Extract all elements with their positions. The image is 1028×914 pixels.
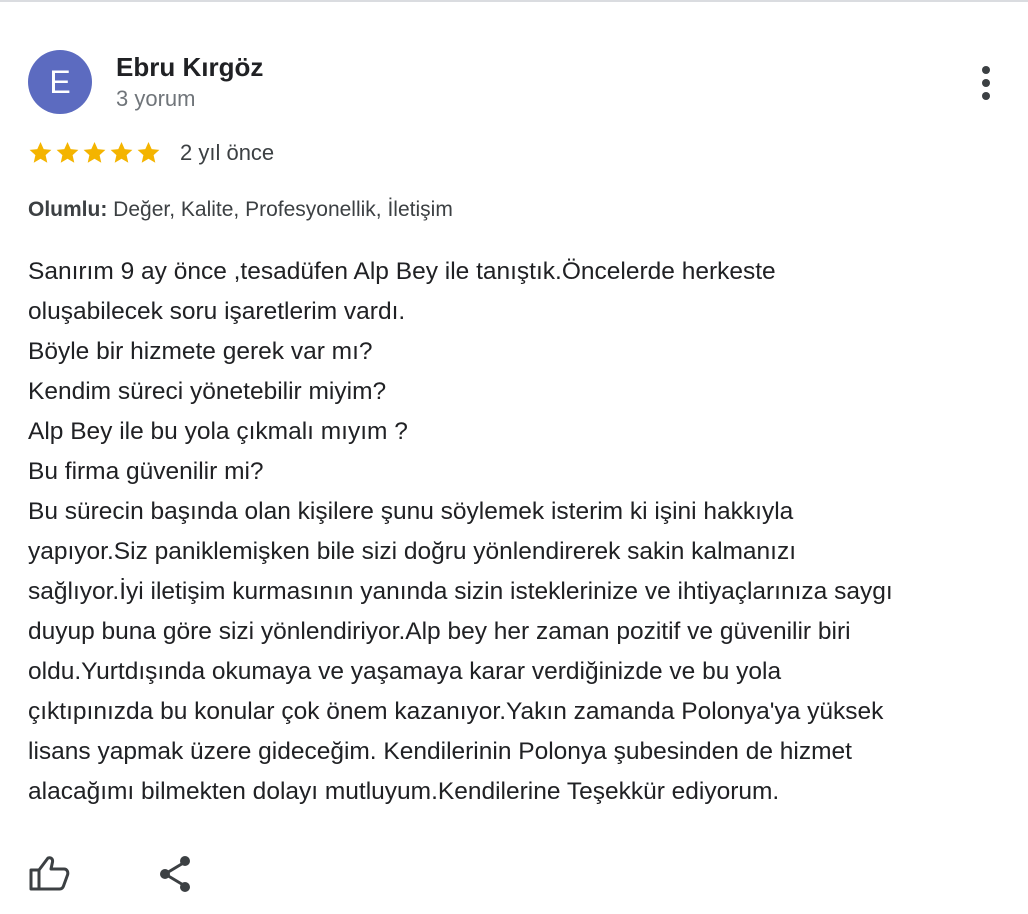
star-icon <box>82 140 107 165</box>
review-text-line: lisans yapmak üzere gideceğim. Kendileri… <box>28 738 852 765</box>
review-text-line: alacağımı bilmekten dolayı mutluyum.Kend… <box>28 778 780 805</box>
review-text-line: çıktıpınızda bu konular çok önem kazanıy… <box>28 698 884 725</box>
share-button[interactable] <box>156 854 196 894</box>
more-vertical-icon-dot <box>982 92 990 100</box>
more-vertical-icon-dot <box>982 79 990 87</box>
review-text: Sanırım 9 ay önce ,tesadüfen Alp Bey ile… <box>28 252 1018 812</box>
author-review-count: 3 yorum <box>116 86 196 111</box>
positive-aspects-label: Olumlu: <box>28 198 108 221</box>
star-icon <box>28 140 53 165</box>
star-icon <box>136 140 161 165</box>
review-text-line: Böyle bir hizmete gerek var mı? <box>28 338 373 365</box>
share-icon <box>160 856 190 892</box>
star-rating <box>28 140 161 165</box>
review-text-line: Sanırım 9 ay önce ,tesadüfen Alp Bey ile… <box>28 258 776 285</box>
more-options-button[interactable] <box>966 62 1006 104</box>
star-icon <box>55 140 80 165</box>
more-vertical-icon <box>982 66 990 74</box>
review-card: E Ebru Kırgöz 3 yorum 2 yıl önce Olumlu:… <box>0 0 1028 914</box>
author-name[interactable]: Ebru Kırgöz <box>116 52 263 83</box>
positive-aspects-values: Değer, Kalite, Profesyonellik, İletişim <box>113 198 453 221</box>
review-text-line: oldu.Yurtdışında okumaya ve yaşamaya kar… <box>28 658 782 685</box>
review-text-line: duyup buna göre sizi yönlendiriyor.Alp b… <box>28 618 851 645</box>
review-text-line: Bu firma güvenilir mi? <box>28 458 264 485</box>
positive-aspects: Olumlu: Değer, Kalite, Profesyonellik, İ… <box>28 198 453 222</box>
thumbs-up-icon <box>29 856 70 891</box>
review-text-line: sağlıyor.İyi iletişim kurmasının yanında… <box>28 578 893 605</box>
review-text-line: oluşabilecek soru işaretlerim vardı. <box>28 298 406 325</box>
star-icon <box>109 140 134 165</box>
review-text-line: Alp Bey ile bu yola çıkmalı mıyım ? <box>28 418 408 445</box>
review-text-line: yapıyor.Siz paniklemişken bile sizi doğr… <box>28 538 797 565</box>
review-text-line: Bu sürecin başında olan kişilere şunu sö… <box>28 498 794 525</box>
review-time: 2 yıl önce <box>180 140 275 165</box>
avatar[interactable]: E <box>28 50 92 114</box>
like-button[interactable] <box>28 854 70 892</box>
review-text-line: Kendim süreci yönetebilir miyim? <box>28 378 387 405</box>
